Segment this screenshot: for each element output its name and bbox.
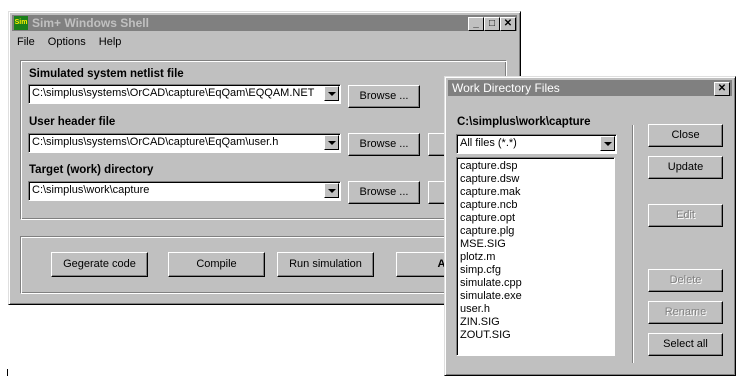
list-item[interactable]: capture.dsw xyxy=(457,173,614,186)
list-item[interactable]: capture.ncb xyxy=(457,199,614,212)
list-item[interactable]: simulate.exe xyxy=(457,290,614,303)
work-directory-dialog: Work Directory Files ✕ C:\simplus\work\c… xyxy=(444,76,736,376)
work-path-label: C:\simplus\work\capture xyxy=(457,116,591,128)
file-list[interactable]: capture.dsp capture.dsw capture.mak capture… xyxy=(456,157,615,356)
netlist-combo[interactable]: C:\simplus\systems\OrCAD\capture\EqQam\E… xyxy=(28,84,341,104)
rename-button[interactable]: Rename xyxy=(648,301,723,324)
file-filter-value: All files (*.*) xyxy=(460,137,517,149)
delete-button[interactable]: Delete xyxy=(648,269,723,292)
header-value: C:\simplus\systems\OrCAD\capture\EqQam\u… xyxy=(32,136,279,148)
list-item[interactable]: simulate.cpp xyxy=(457,277,614,290)
select-all-button[interactable]: Select all xyxy=(648,333,723,356)
app-icon: Sim xyxy=(14,16,28,30)
menu-options[interactable]: Options xyxy=(48,36,86,48)
list-item[interactable]: MSE.SIG xyxy=(457,238,614,251)
chevron-down-icon[interactable] xyxy=(600,136,615,151)
generate-code-button[interactable]: Gegerate code xyxy=(51,252,148,277)
list-item[interactable]: capture.plg xyxy=(457,225,614,238)
update-button[interactable]: Update xyxy=(648,156,723,179)
list-item[interactable]: user.h xyxy=(457,303,614,316)
list-item[interactable]: ZIN.SIG xyxy=(457,316,614,329)
list-item[interactable]: plotz.m xyxy=(457,251,614,264)
list-item[interactable]: simp.cfg xyxy=(457,264,614,277)
list-item[interactable]: ZOUT.SIG xyxy=(457,329,614,342)
header-combo[interactable]: C:\simplus\systems\OrCAD\capture\EqQam\u… xyxy=(28,133,341,153)
close-button[interactable]: Close xyxy=(648,124,723,147)
netlist-label: Simulated system netlist file xyxy=(29,68,184,80)
compile-button[interactable]: Compile xyxy=(168,252,265,277)
minimize-button[interactable]: _ xyxy=(468,17,484,31)
chevron-down-icon[interactable] xyxy=(324,135,339,150)
target-label: Target (work) directory xyxy=(29,164,154,176)
header-label: User header file xyxy=(29,116,116,128)
maximize-button[interactable]: □ xyxy=(484,17,500,31)
target-browse-button[interactable]: Browse ... xyxy=(348,181,420,204)
close-icon[interactable]: ✕ xyxy=(714,82,730,96)
run-simulation-button[interactable]: Run simulation xyxy=(277,252,374,277)
chevron-down-icon[interactable] xyxy=(324,183,339,198)
divider xyxy=(632,125,634,363)
netlist-browse-button[interactable]: Browse ... xyxy=(348,85,420,108)
dialog-title: Work Directory Files xyxy=(452,81,560,95)
divider xyxy=(7,369,8,376)
header-browse-button[interactable]: Browse ... xyxy=(348,133,420,156)
netlist-value: C:\simplus\systems\OrCAD\capture\EqQam\E… xyxy=(32,87,315,99)
list-item[interactable]: capture.opt xyxy=(457,212,614,225)
menu-help[interactable]: Help xyxy=(99,36,122,48)
main-title-bar[interactable]: Sim Sim+ Windows Shell _ □ ✕ xyxy=(12,15,517,31)
dialog-title-bar[interactable]: Work Directory Files ✕ xyxy=(448,80,732,96)
window-title: Sim+ Windows Shell xyxy=(32,16,149,30)
target-combo[interactable]: C:\simplus\work\capture xyxy=(28,181,341,201)
close-icon[interactable]: ✕ xyxy=(500,17,516,31)
list-item[interactable]: capture.mak xyxy=(457,186,614,199)
menu-file[interactable]: File xyxy=(17,36,35,48)
menu-bar: File Options Help xyxy=(13,33,127,51)
chevron-down-icon[interactable] xyxy=(324,86,339,101)
list-item[interactable]: capture.dsp xyxy=(457,160,614,173)
target-value: C:\simplus\work\capture xyxy=(32,184,150,196)
edit-button[interactable]: Edit xyxy=(648,204,723,227)
file-filter-combo[interactable]: All files (*.*) xyxy=(456,134,617,154)
